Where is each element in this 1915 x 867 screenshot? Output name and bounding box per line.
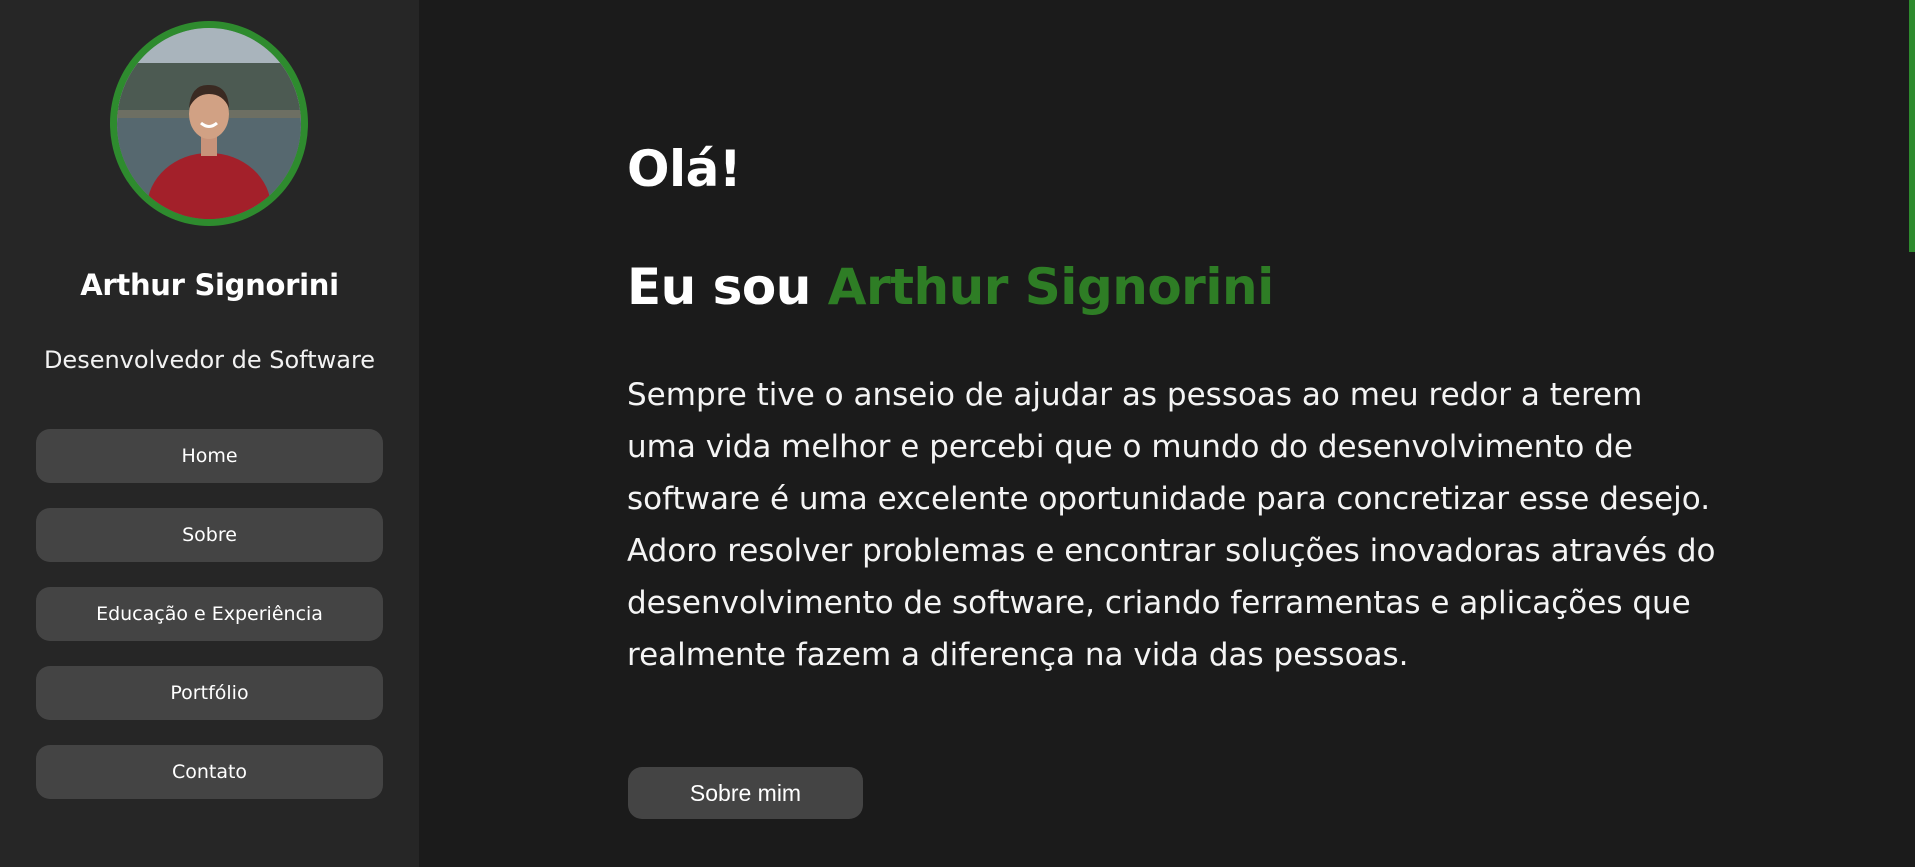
nav-item-portfolio[interactable]: Portfólio [36,666,383,720]
sidebar: Arthur Signorini Desenvolvedor de Softwa… [0,0,419,867]
nav-item-contato[interactable]: Contato [36,745,383,799]
greeting-heading: Olá! [627,140,742,198]
page: Arthur Signorini Desenvolvedor de Softwa… [0,0,1915,867]
intro-prefix: Eu sou [627,258,828,316]
intro-heading: Eu sou Arthur Signorini [627,258,1274,316]
profile-name: Arthur Signorini [80,268,339,302]
nav-item-home[interactable]: Home [36,429,383,483]
intro-name-highlight: Arthur Signorini [827,258,1274,316]
profile-role: Desenvolvedor de Software [43,346,376,374]
sidebar-nav: Home Sobre Educação e Experiência Portfó… [36,429,383,824]
profile-photo [117,28,301,219]
bio-paragraph: Sempre tive o anseio de ajudar as pessoa… [627,377,1716,673]
nav-item-sobre[interactable]: Sobre [36,508,383,562]
about-me-button[interactable]: Sobre mim [628,767,863,819]
nav-item-educacao-experiencia[interactable]: Educação e Experiência [36,587,383,641]
scroll-progress-indicator [1909,0,1915,252]
avatar [110,21,308,226]
